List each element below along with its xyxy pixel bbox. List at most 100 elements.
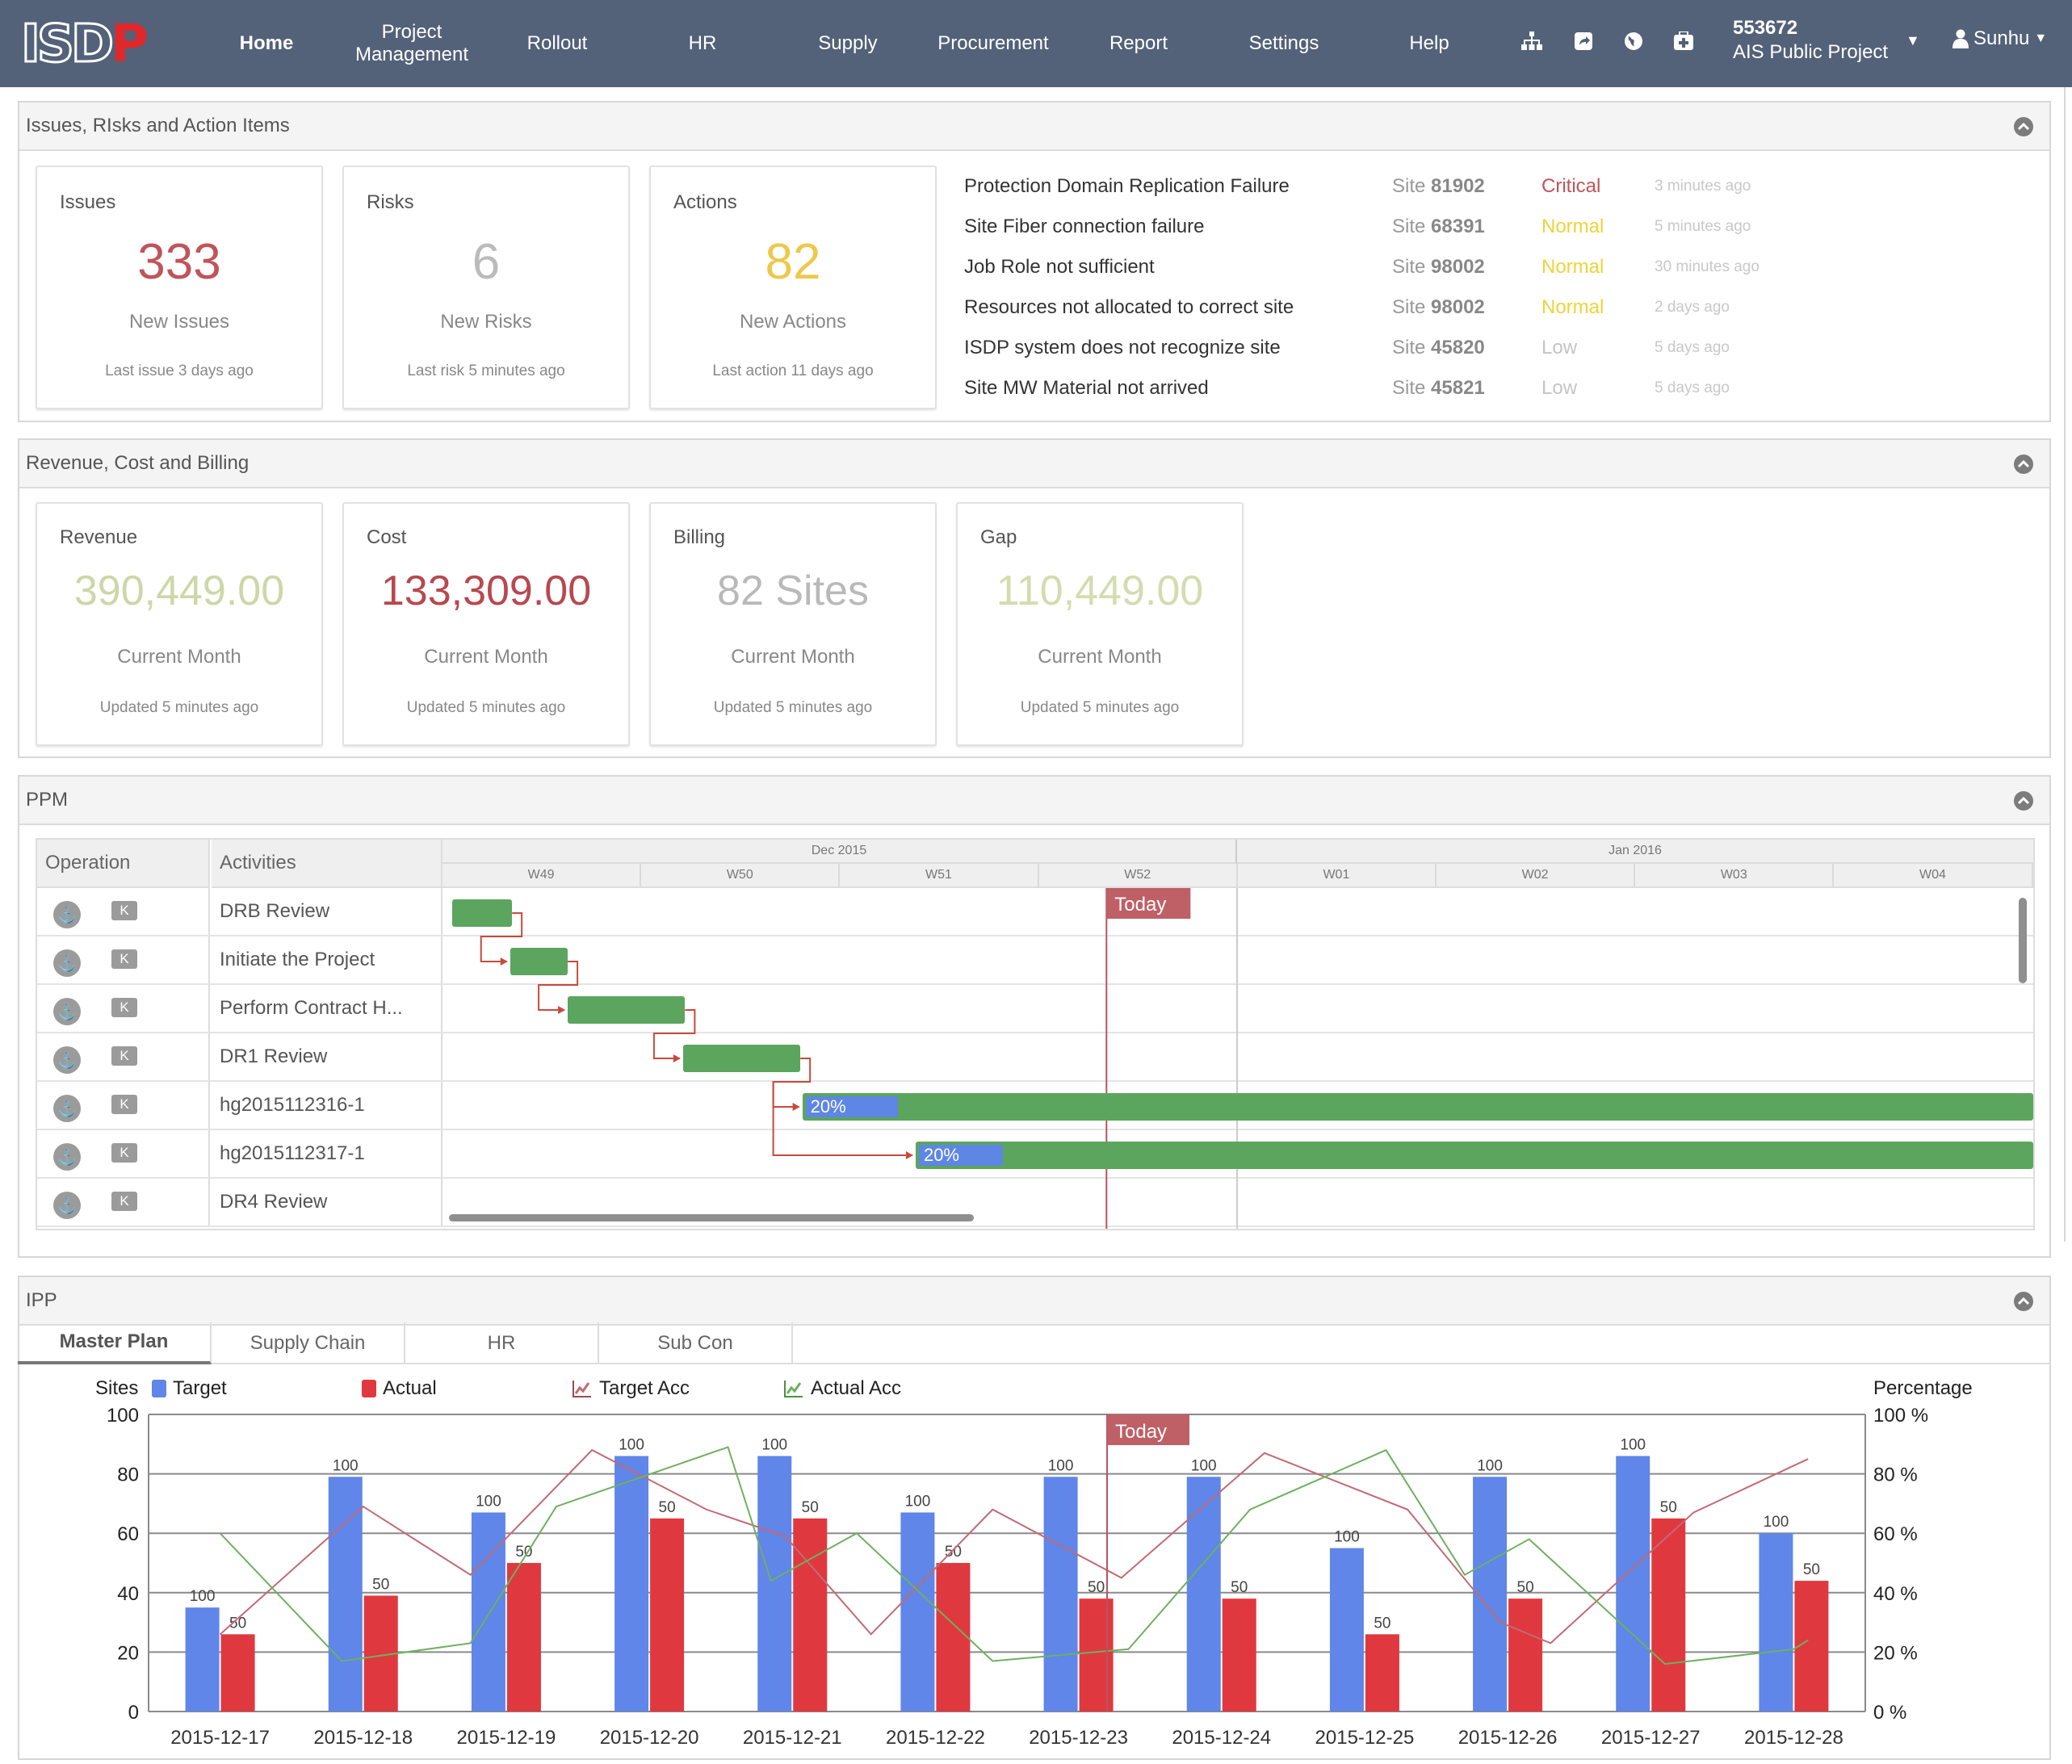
issues-card[interactable]: Issues 333 New Issues Last issue 3 days … [36, 166, 323, 409]
gantt-task-bar[interactable] [510, 948, 568, 975]
gantt-task-bar[interactable] [682, 1045, 801, 1072]
activity-name[interactable]: DR1 Review [212, 1033, 443, 1080]
card-footer: Last issue 3 days ago [105, 362, 254, 379]
k-icon[interactable]: K [111, 901, 137, 920]
week-header: W52 [1039, 864, 1238, 886]
y-tick-label: 20 [117, 1642, 139, 1664]
medkit-icon[interactable] [1671, 29, 1696, 53]
timeline-header: Dec 2015 Jan 2016 W49 W50 W51 W52 W01 W02 W03 W… [443, 840, 2033, 888]
column-header-activities: Activities [212, 840, 443, 888]
gantt-task-bar[interactable]: 20% [915, 1142, 2033, 1169]
cost-card[interactable]: Cost 133,309.00 Current Month Updated 5 … [342, 502, 630, 746]
anchor-icon[interactable]: ⚓ [53, 1192, 81, 1219]
project-selector[interactable]: 553672 AIS Public Project [1733, 16, 1888, 65]
gantt-task-bar[interactable] [568, 996, 686, 1024]
actual-bar [936, 1563, 971, 1712]
tab-hr[interactable]: HR [405, 1322, 599, 1364]
bar-data-label: 50 [1231, 1579, 1248, 1596]
tab-sub-con[interactable]: Sub Con [599, 1322, 793, 1364]
issue-list-item[interactable]: ISDP system does not recognize site Site … [964, 328, 1730, 368]
y2-tick-label: 40 % [1873, 1583, 1918, 1605]
nav-home[interactable]: Home [226, 0, 307, 87]
user-menu[interactable]: Sunhu ▼ [1952, 27, 2047, 50]
collapse-up-icon[interactable] [2014, 791, 2033, 811]
activity-name[interactable]: hg2015112316-1 [212, 1082, 443, 1129]
collapse-up-icon[interactable] [2014, 1292, 2033, 1311]
tab-master-plan[interactable]: Master Plan [18, 1322, 212, 1364]
issue-site: Site 98002 [1392, 256, 1485, 278]
tab-supply-chain[interactable]: Supply Chain [212, 1322, 405, 1364]
issue-timestamp: 5 days ago [1655, 339, 1730, 356]
issue-list-item[interactable]: Protection Domain Replication Failure Sit… [964, 166, 1751, 207]
card-subtitle: Current Month [424, 646, 548, 668]
activity-name[interactable]: Perform Contract H... [212, 985, 443, 1032]
k-icon[interactable]: K [111, 949, 137, 969]
risks-card[interactable]: Risks 6 New Risks Last risk 5 minutes ag… [342, 166, 630, 409]
nav-settings[interactable]: Settings [1235, 0, 1332, 87]
collapse-up-icon[interactable] [2014, 117, 2033, 136]
share-icon[interactable] [1571, 29, 1596, 53]
gantt-task-bar[interactable] [452, 899, 513, 927]
bar-data-label: 100 [905, 1493, 931, 1510]
horizontal-scrollbar[interactable] [449, 1214, 974, 1221]
activity-name[interactable]: DR4 Review [212, 1179, 443, 1226]
issue-site: Site 45821 [1392, 377, 1485, 399]
month-header: Dec 2015 [443, 840, 1237, 864]
nav-procurement[interactable]: Procurement [929, 0, 1058, 87]
anchor-icon[interactable]: ⚓ [53, 1143, 81, 1171]
k-icon[interactable]: K [111, 1143, 137, 1163]
line-chart-icon [784, 1381, 803, 1397]
nav-rollout[interactable]: Rollout [509, 0, 606, 87]
panel-header: IPP [19, 1277, 2049, 1326]
anchor-icon[interactable]: ⚓ [53, 1046, 81, 1074]
nav-hr[interactable]: HR [662, 0, 743, 87]
issue-list-item[interactable]: Site Fiber connection failure Site 68391 N… [964, 207, 1751, 247]
y2-tick-label: 80 % [1873, 1464, 1918, 1486]
x-tick-label: 2015-12-23 [1029, 1727, 1128, 1749]
vertical-scrollbar[interactable] [2019, 898, 2027, 983]
gantt-task-bar[interactable]: 20% [802, 1093, 2033, 1121]
anchor-icon[interactable]: ⚓ [53, 1095, 81, 1122]
revenue-card[interactable]: Revenue 390,449.00 Current Month Updated… [36, 502, 323, 746]
nav-project-management[interactable]: Project Management [339, 0, 484, 87]
anchor-icon[interactable]: ⚓ [53, 998, 81, 1025]
issue-name[interactable]: ISDP system does not recognize site [964, 337, 1392, 359]
anchor-icon[interactable]: ⚓ [53, 901, 81, 928]
activity-name[interactable]: Initiate the Project [212, 936, 443, 983]
card-title: Gap [980, 526, 1017, 548]
week-header: W01 [1238, 864, 1437, 886]
operation-cell: ⚓ K [37, 1082, 210, 1129]
nav-report[interactable]: Report [1090, 0, 1187, 87]
project-dropdown-caret-icon[interactable]: ▼ [1906, 32, 1920, 49]
k-icon[interactable]: K [111, 998, 137, 1017]
issue-list-item[interactable]: Job Role not sufficient Site 98002 Normal 3… [964, 247, 1760, 287]
operation-cell: ⚓ K [37, 888, 210, 935]
k-icon[interactable]: K [111, 1192, 137, 1211]
issue-list-item[interactable]: Resources not allocated to correct site S… [964, 287, 1730, 328]
gap-card[interactable]: Gap 110,449.00 Current Month Updated 5 m… [956, 502, 1244, 746]
issue-name[interactable]: Site Fiber connection failure [964, 216, 1392, 238]
anchor-icon[interactable]: ⚓ [53, 949, 81, 977]
isdp-logo[interactable]: ISDP [19, 18, 148, 72]
activity-name[interactable]: DRB Review [212, 888, 443, 935]
panel-title: Issues, RIsks and Action Items [26, 115, 290, 136]
sitemap-icon[interactable] [1520, 29, 1544, 53]
activity-name[interactable]: hg2015112317-1 [212, 1130, 443, 1177]
billing-card[interactable]: Billing 82 Sites Current Month Updated 5… [649, 502, 937, 746]
issue-name[interactable]: Site MW Material not arrived [964, 377, 1392, 400]
card-subtitle: Current Month [731, 646, 855, 668]
nav-help[interactable]: Help [1389, 0, 1470, 87]
card-footer: Updated 5 minutes ago [406, 699, 566, 716]
issue-severity: Normal [1541, 216, 1604, 237]
issue-name[interactable]: Protection Domain Replication Failure [964, 175, 1392, 198]
k-icon[interactable]: K [111, 1046, 137, 1066]
nav-supply[interactable]: Supply [799, 0, 896, 87]
issue-name[interactable]: Resources not allocated to correct site [964, 296, 1392, 319]
issue-list-item[interactable]: Site MW Material not arrived Site 45821 Lo… [964, 368, 1730, 409]
bar-data-label: 50 [802, 1499, 819, 1516]
globe-icon[interactable] [1621, 29, 1646, 53]
issue-name[interactable]: Job Role not sufficient [964, 256, 1392, 279]
k-icon[interactable]: K [111, 1095, 137, 1114]
actions-card[interactable]: Actions 82 New Actions Last action 11 da… [649, 166, 937, 409]
collapse-up-icon[interactable] [2014, 455, 2033, 474]
